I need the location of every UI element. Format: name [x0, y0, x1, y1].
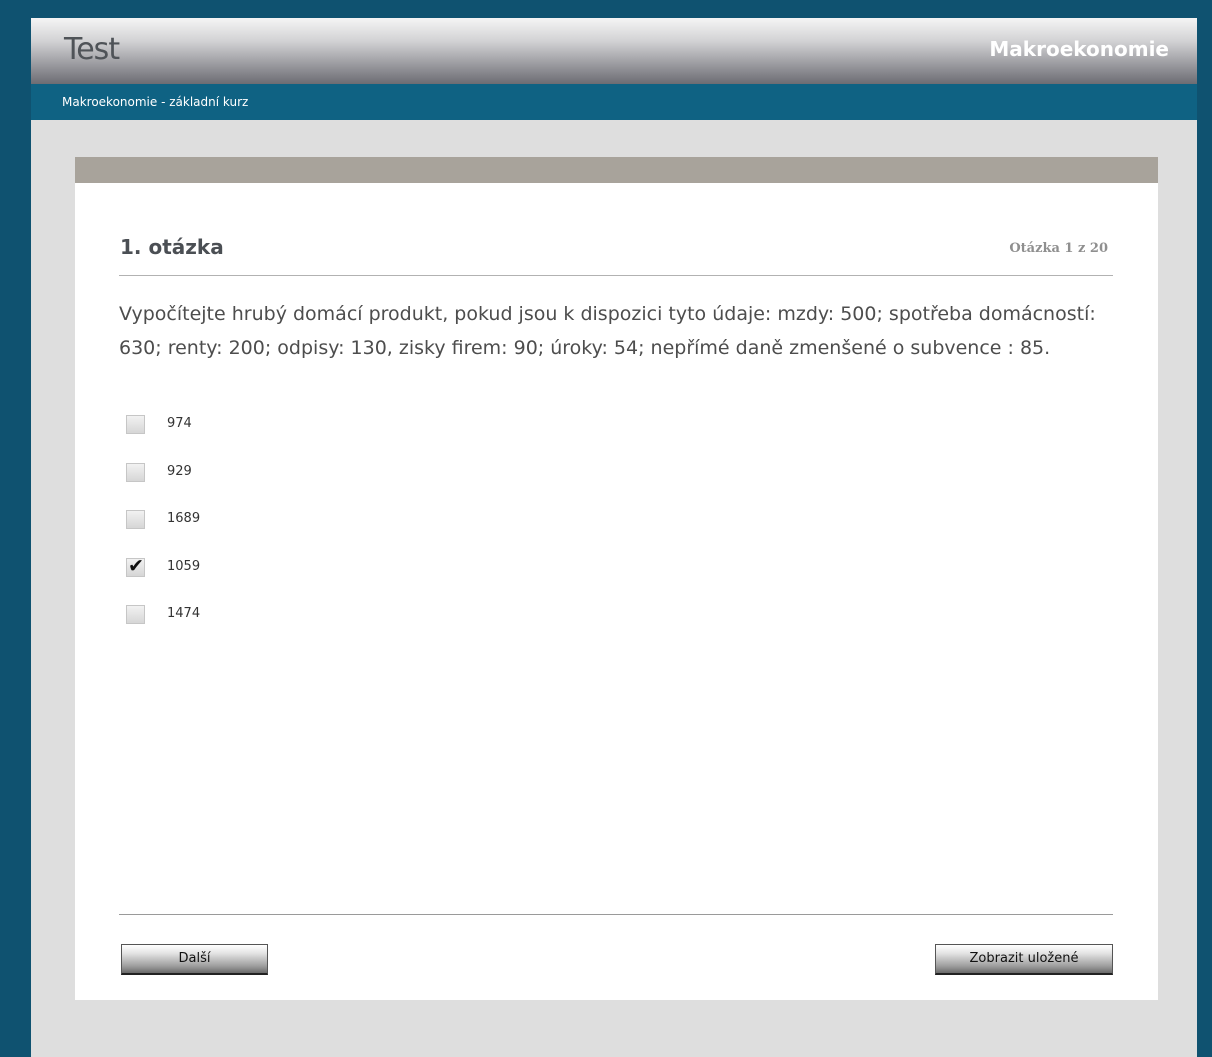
answer-checkbox[interactable]	[126, 415, 145, 434]
question-title: 1. otázka	[120, 235, 224, 259]
answer-label: 929	[167, 463, 192, 479]
question-panel: 1. otázka Otázka 1 z 20 Vypočítejte hrub…	[75, 157, 1158, 1000]
course-name: Makroekonomie	[989, 37, 1169, 61]
answer-checkbox[interactable]	[126, 510, 145, 529]
answer-checkbox[interactable]	[126, 462, 145, 482]
show-saved-button[interactable]: Zobrazit uložené	[935, 944, 1113, 975]
divider	[119, 275, 1113, 276]
answer-label: 1689	[167, 511, 201, 526]
answer-label: 974	[167, 416, 192, 431]
divider-bottom	[119, 914, 1113, 915]
checkmark-icon: ✔	[128, 554, 144, 577]
answer-label: 1059	[167, 558, 201, 574]
answer-checkbox[interactable]	[126, 605, 145, 624]
question-text: Vypočítejte hrubý domácí produkt, pokud …	[119, 303, 1096, 359]
app-frame: Test Makroekonomie Makroekonomie - zákla…	[31, 18, 1197, 1057]
question-counter: Otázka 1 z 20	[1009, 241, 1108, 256]
header-bar: Test Makroekonomie	[31, 18, 1197, 84]
breadcrumb: Makroekonomie - základní kurz	[62, 95, 249, 109]
answer-checkbox[interactable]: ✔	[126, 554, 145, 577]
answer-label: 1474	[167, 606, 201, 621]
app-title: Test	[64, 32, 120, 67]
panel-top-strip	[75, 157, 1158, 183]
next-button[interactable]: Další	[121, 944, 268, 975]
breadcrumb-bar: Makroekonomie - základní kurz	[31, 84, 1197, 120]
